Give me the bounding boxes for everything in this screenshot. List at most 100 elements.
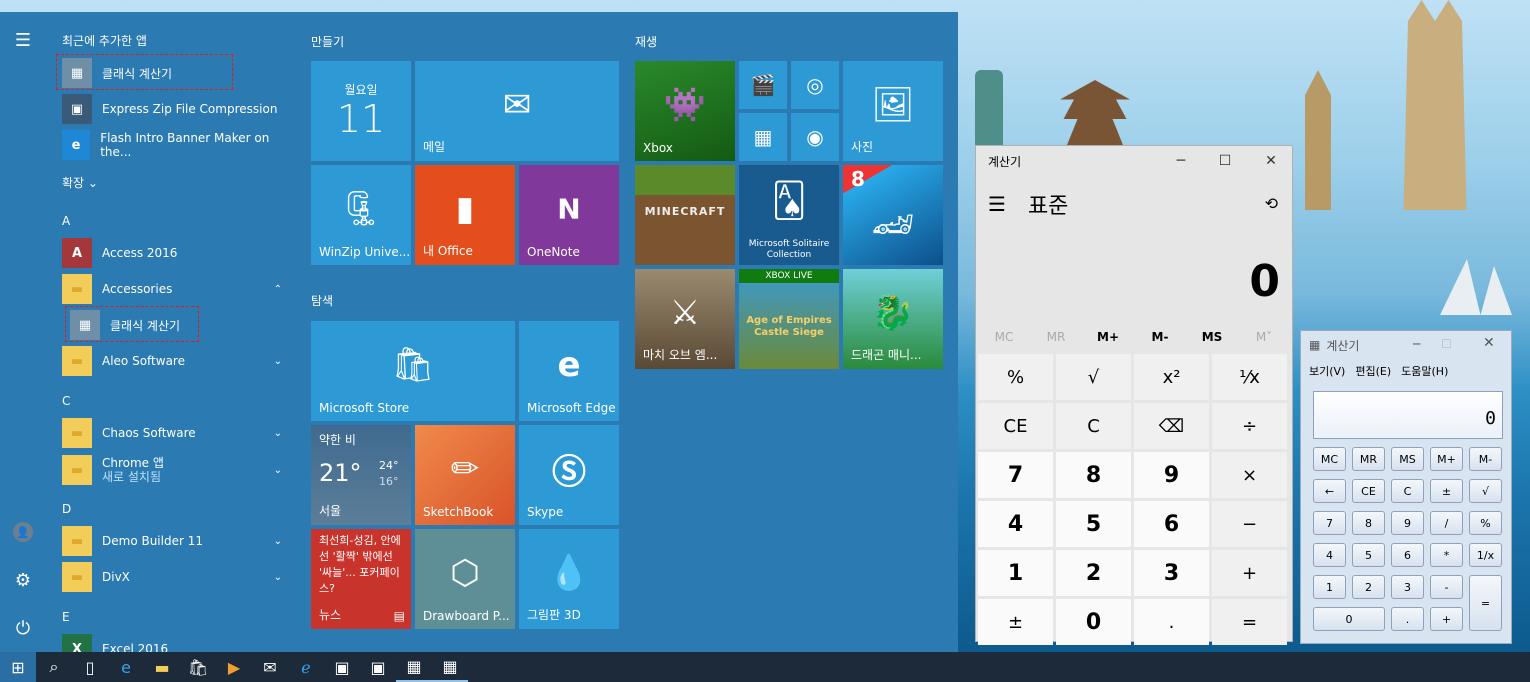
- calc-key[interactable]: 4: [978, 501, 1053, 547]
- expand-toggle[interactable]: 확장 ⌄: [62, 174, 98, 191]
- tile-groove[interactable]: ◎: [791, 61, 839, 109]
- tile-onenote[interactable]: N OneNote: [519, 165, 619, 265]
- tile-photos[interactable]: 🖼 사진: [843, 61, 943, 161]
- app-aleo[interactable]: ▬ Aleo Software ⌄: [62, 346, 292, 376]
- classic-calc-titlebar[interactable]: ▦ 계산기: [1301, 331, 1511, 359]
- group-title-make[interactable]: 만들기: [311, 33, 344, 50]
- classic-calc-key[interactable]: 1: [1313, 575, 1346, 599]
- tile-weather[interactable]: 약한 비 21° 24° 16° 서울: [311, 425, 411, 525]
- tile-sketchbook[interactable]: ✏ SketchBook: [415, 425, 515, 525]
- tile-skype[interactable]: Ⓢ Skype: [519, 425, 619, 525]
- app-icon[interactable]: ▣: [324, 652, 360, 682]
- memory-key[interactable]: MC: [978, 330, 1030, 344]
- tile-news[interactable]: 최선희-성김, 안에선 '활짝' 밖에선 '싸늘'... 포커페이스? 뉴스 ▤: [311, 529, 411, 629]
- classic-calc-key[interactable]: 5: [1352, 543, 1385, 567]
- classic-calc-key[interactable]: 1/x: [1469, 543, 1502, 567]
- tile-store[interactable]: 🛍 Microsoft Store: [311, 321, 515, 421]
- classic-calc-key[interactable]: ←: [1313, 479, 1346, 503]
- tile-mail[interactable]: ✉ 메일: [415, 61, 619, 161]
- classic-calc-key[interactable]: 3: [1391, 575, 1424, 599]
- tile-asphalt[interactable]: 8 🏎: [843, 165, 943, 265]
- tile-camera[interactable]: ◉: [791, 113, 839, 161]
- classic-calc-key[interactable]: -: [1430, 575, 1463, 599]
- classic-calc-key[interactable]: ±: [1430, 479, 1463, 503]
- tile-movies[interactable]: 🎬: [739, 61, 787, 109]
- app-access[interactable]: A Access 2016: [62, 238, 292, 268]
- app-express-zip[interactable]: ▣ Express Zip File Compression: [62, 94, 292, 124]
- hamburger-icon[interactable]: ☰: [11, 28, 35, 52]
- calc-key[interactable]: 1: [978, 550, 1053, 596]
- calc-key[interactable]: .: [1134, 599, 1209, 645]
- tile-paint3d[interactable]: 💧 그림판 3D: [519, 529, 619, 629]
- calc-key[interactable]: ÷: [1212, 403, 1287, 449]
- classic-calc-key[interactable]: %: [1469, 511, 1502, 535]
- tile-age-of-empires[interactable]: XBOX LIVE Age of Empires Castle Siege: [739, 269, 839, 369]
- edge-icon[interactable]: e: [108, 652, 144, 682]
- maximize-button[interactable]: ☐: [1441, 337, 1452, 351]
- calc-key[interactable]: ×: [1212, 452, 1287, 498]
- calc-key[interactable]: C: [1056, 403, 1131, 449]
- calc-key[interactable]: 2: [1056, 550, 1131, 596]
- classic-calc-key[interactable]: MR: [1352, 447, 1385, 471]
- classic-calc-key-equals[interactable]: =: [1469, 575, 1502, 631]
- letter-c[interactable]: C: [62, 394, 70, 408]
- classic-calc-key-0[interactable]: 0: [1313, 607, 1385, 631]
- user-icon[interactable]: 👤: [11, 520, 35, 544]
- classic-calc-key[interactable]: CE: [1352, 479, 1385, 503]
- minimize-button[interactable]: ─: [1166, 150, 1196, 172]
- group-title-play[interactable]: 재생: [635, 33, 657, 50]
- memory-key[interactable]: M˅: [1238, 330, 1290, 344]
- classic-calc-key[interactable]: √: [1469, 479, 1502, 503]
- calculator-titlebar[interactable]: 계산기: [976, 146, 1292, 176]
- memory-key[interactable]: M-: [1134, 330, 1186, 344]
- calc-key[interactable]: 7: [978, 452, 1053, 498]
- mail-icon[interactable]: ✉: [252, 652, 288, 682]
- app-accessories[interactable]: ▬ Accessories ⌃: [62, 274, 292, 304]
- menu-edit[interactable]: 편집(E): [1355, 363, 1391, 379]
- start-windows-icon[interactable]: ⊞: [0, 652, 36, 682]
- classic-calc-key[interactable]: 6: [1391, 543, 1424, 567]
- app-excel[interactable]: X Excel 2016: [62, 634, 292, 652]
- classic-calc-key[interactable]: 8: [1352, 511, 1385, 535]
- menu-view[interactable]: 보기(V): [1309, 363, 1345, 379]
- hamburger-icon[interactable]: ☰: [988, 192, 1006, 216]
- classic-calc-key[interactable]: 4: [1313, 543, 1346, 567]
- tile-drawboard[interactable]: ⬡ Drawboard P...: [415, 529, 515, 629]
- tile-calendar[interactable]: 월요일 11: [311, 61, 411, 161]
- calc-key[interactable]: 8: [1056, 452, 1131, 498]
- classic-calc-key[interactable]: 2: [1352, 575, 1385, 599]
- settings-icon[interactable]: ⚙: [11, 568, 35, 592]
- calc-key[interactable]: =: [1212, 599, 1287, 645]
- classic-calculator-taskbar-icon[interactable]: ▦: [396, 652, 432, 682]
- menu-help[interactable]: 도움말(H): [1401, 363, 1448, 379]
- search-icon[interactable]: ⌕: [36, 652, 72, 682]
- tile-winzip[interactable]: 🗜 WinZip Unive...: [311, 165, 411, 265]
- calc-key[interactable]: 5: [1056, 501, 1131, 547]
- close-button[interactable]: ✕: [1483, 335, 1495, 351]
- calc-key[interactable]: 9: [1134, 452, 1209, 498]
- tile-edge[interactable]: e Microsoft Edge: [519, 321, 619, 421]
- letter-e[interactable]: E: [62, 610, 70, 624]
- classic-calc-key[interactable]: MC: [1313, 447, 1346, 471]
- app-chrome[interactable]: ▬ Chrome 앱 새로 설치됨 ⌄: [62, 454, 292, 486]
- calc-key[interactable]: ¹⁄x: [1212, 354, 1287, 400]
- calculator-taskbar-icon[interactable]: ▦: [432, 652, 468, 682]
- app-chaos[interactable]: ▬ Chaos Software ⌄: [62, 418, 292, 448]
- store-icon[interactable]: 🛍: [180, 652, 216, 682]
- classic-calc-key[interactable]: M-: [1469, 447, 1502, 471]
- task-view-icon[interactable]: ▯: [72, 652, 108, 682]
- media-player-icon[interactable]: ▶: [216, 652, 252, 682]
- calc-key[interactable]: 0: [1056, 599, 1131, 645]
- power-icon[interactable]: ⏻: [11, 616, 35, 640]
- tile-calculator[interactable]: ▦: [739, 113, 787, 161]
- tile-office[interactable]: ▮ 내 Office: [415, 165, 515, 265]
- tile-dragon-mania[interactable]: 🐉 드래곤 매니...: [843, 269, 943, 369]
- maximize-button[interactable]: ☐: [1210, 150, 1240, 172]
- classic-calc-key[interactable]: 7: [1313, 511, 1346, 535]
- tile-xbox[interactable]: 👾 Xbox: [635, 61, 735, 161]
- classic-calc-key-plus[interactable]: +: [1430, 607, 1463, 631]
- memory-key[interactable]: MR: [1030, 330, 1082, 344]
- app-demo-builder[interactable]: ▬ Demo Builder 11 ⌄: [62, 526, 292, 556]
- history-icon[interactable]: ⟲: [1265, 194, 1278, 213]
- classic-calc-key[interactable]: MS: [1391, 447, 1424, 471]
